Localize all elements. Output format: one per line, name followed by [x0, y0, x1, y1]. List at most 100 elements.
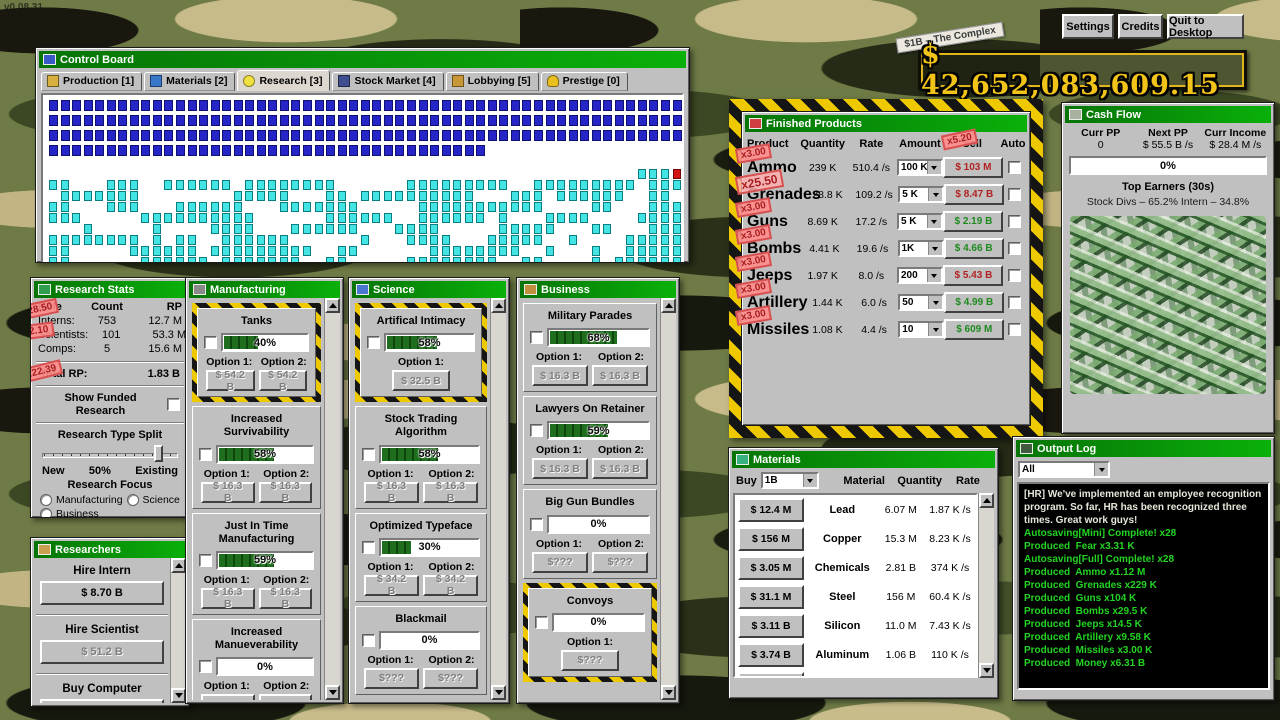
credits-button[interactable]: Credits [1118, 14, 1163, 39]
option-price-button[interactable]: $ 34.2 B [423, 575, 478, 596]
business-scrollbar[interactable] [660, 298, 676, 700]
chevron-down-icon[interactable] [928, 188, 942, 201]
scroll-up-icon[interactable] [661, 298, 676, 313]
buy-material-button[interactable]: $ 3.74 B [738, 643, 804, 667]
option-price-button[interactable]: $??? [364, 668, 419, 689]
sell-button[interactable]: $ 8.47 B [944, 184, 1004, 205]
chevron-down-icon[interactable] [928, 323, 942, 336]
auto-sell-checkbox[interactable] [1008, 269, 1021, 282]
scroll-down-icon[interactable] [171, 688, 186, 703]
chevron-down-icon[interactable] [803, 474, 817, 487]
fund-research-checkbox[interactable] [535, 616, 548, 629]
option-price-button[interactable]: $??? [592, 552, 648, 573]
buy-material-button[interactable]: $ 3.11 B [738, 614, 804, 638]
slider-thumb[interactable] [154, 445, 163, 462]
auto-sell-checkbox[interactable] [1008, 296, 1021, 309]
fund-research-checkbox[interactable] [199, 660, 212, 673]
show-funded-checkbox[interactable] [167, 398, 180, 411]
option-price-button[interactable]: $??? [423, 668, 478, 689]
buy-material-button[interactable]: $ 15.5 M [738, 672, 804, 679]
scroll-down-icon[interactable] [325, 685, 340, 700]
option-price-button[interactable]: $ 16.3 B [592, 458, 648, 479]
auto-sell-checkbox[interactable] [1008, 323, 1021, 336]
chevron-down-icon[interactable] [928, 296, 942, 309]
scroll-up-icon[interactable] [171, 558, 186, 573]
fund-research-checkbox[interactable] [362, 541, 375, 554]
option-price-button[interactable]: $ 16.3 B [423, 482, 478, 503]
research-type-split-slider[interactable] [42, 445, 178, 463]
buy-material-button[interactable]: $ 12.4 M [738, 498, 804, 522]
scroll-up-icon[interactable] [491, 298, 506, 313]
option-price-button[interactable]: $ 16.3 B [592, 365, 648, 386]
hire-intern-button[interactable]: $ 8.70 B [40, 581, 164, 605]
fund-research-checkbox[interactable] [530, 424, 543, 437]
buy-material-button[interactable]: $ 156 M [738, 527, 804, 551]
fund-research-checkbox[interactable] [199, 554, 212, 567]
hire-scientist-button[interactable]: $ 51.2 B [40, 640, 164, 664]
option-price-button[interactable]: $ 16.3 B [364, 482, 419, 503]
fund-research-checkbox[interactable] [362, 634, 375, 647]
fund-research-checkbox[interactable] [204, 336, 217, 349]
manufacturing-scrollbar[interactable] [324, 298, 340, 700]
chevron-down-icon[interactable] [927, 215, 941, 228]
option-price-button[interactable]: $??? [532, 552, 588, 573]
option-price-button[interactable]: $ 16.3 B [259, 482, 313, 503]
amount-dropdown[interactable]: 1K [898, 240, 944, 257]
sell-button[interactable]: $ 5.43 B [943, 265, 1003, 286]
materials-scrollbar[interactable] [978, 493, 994, 678]
fund-research-checkbox[interactable] [530, 518, 543, 531]
fund-research-checkbox[interactable] [362, 448, 375, 461]
option-price-button[interactable]: $??? [259, 694, 313, 700]
option-price-button[interactable]: $ 34.2 B [364, 575, 419, 596]
option-price-button[interactable]: $ 16.3 B [532, 458, 588, 479]
auto-sell-checkbox[interactable] [1008, 242, 1021, 255]
settings-button[interactable]: Settings [1062, 14, 1114, 39]
tab-materials-2[interactable]: Materials [2] [144, 72, 235, 91]
radio-science[interactable] [127, 494, 139, 506]
scroll-up-icon[interactable] [325, 298, 340, 313]
auto-sell-checkbox[interactable] [1008, 215, 1021, 228]
option-price-button[interactable]: $??? [201, 694, 255, 700]
tab-production-1[interactable]: Production [1] [41, 72, 142, 91]
amount-dropdown[interactable]: 100 K [897, 159, 943, 176]
option-price-button[interactable]: $ 16.3 B [259, 588, 313, 609]
chevron-down-icon[interactable] [928, 242, 942, 255]
radio-manufacturing[interactable] [40, 494, 52, 506]
log-console[interactable]: [HR] We've implemented an employee recog… [1017, 482, 1270, 690]
radio-business[interactable] [40, 508, 52, 518]
option-price-button[interactable]: $??? [561, 650, 619, 671]
buy-material-button[interactable]: $ 3.05 M [738, 556, 804, 580]
amount-dropdown[interactable]: 200 [897, 267, 943, 284]
fund-research-checkbox[interactable] [530, 331, 543, 344]
scroll-down-icon[interactable] [979, 663, 994, 678]
quit-to-desktop-button[interactable]: Quit to Desktop [1167, 14, 1244, 39]
buy-computer-button[interactable] [40, 699, 164, 703]
chevron-down-icon[interactable] [927, 161, 941, 174]
option-price-button[interactable]: $ 54.2 B [206, 370, 255, 391]
option-price-button[interactable]: $ 16.3 B [201, 482, 255, 503]
buy-amount-dropdown[interactable]: 1B [761, 472, 819, 489]
fund-research-checkbox[interactable] [199, 448, 212, 461]
scroll-down-icon[interactable] [661, 685, 676, 700]
sell-button[interactable]: $ 103 M [943, 157, 1003, 178]
researchers-scrollbar[interactable] [170, 558, 186, 703]
chevron-down-icon[interactable] [927, 269, 941, 282]
option-price-button[interactable]: $ 16.3 B [532, 365, 588, 386]
option-price-button[interactable]: $ 32.5 B [392, 370, 450, 391]
tab-research-3[interactable]: Research [3] [237, 70, 330, 91]
amount-dropdown[interactable]: 5 K [898, 186, 944, 203]
tab-lobbying-5[interactable]: Lobbying [5] [446, 72, 539, 91]
buy-material-button[interactable]: $ 31.1 M [738, 585, 804, 609]
option-price-button[interactable]: $ 16.3 B [201, 588, 255, 609]
log-filter-dropdown[interactable]: All [1018, 461, 1110, 478]
scroll-down-icon[interactable] [491, 685, 506, 700]
fund-research-checkbox[interactable] [367, 336, 380, 349]
chevron-down-icon[interactable] [1094, 463, 1108, 476]
amount-dropdown[interactable]: 5 K [897, 213, 943, 230]
tab-prestige-0[interactable]: Prestige [0] [541, 72, 628, 91]
option-price-button[interactable]: $ 54.2 B [259, 370, 308, 391]
sell-button[interactable]: $ 4.66 B [944, 238, 1004, 259]
auto-sell-checkbox[interactable] [1008, 188, 1021, 201]
science-scrollbar[interactable] [490, 298, 506, 700]
scroll-up-icon[interactable] [979, 493, 994, 508]
